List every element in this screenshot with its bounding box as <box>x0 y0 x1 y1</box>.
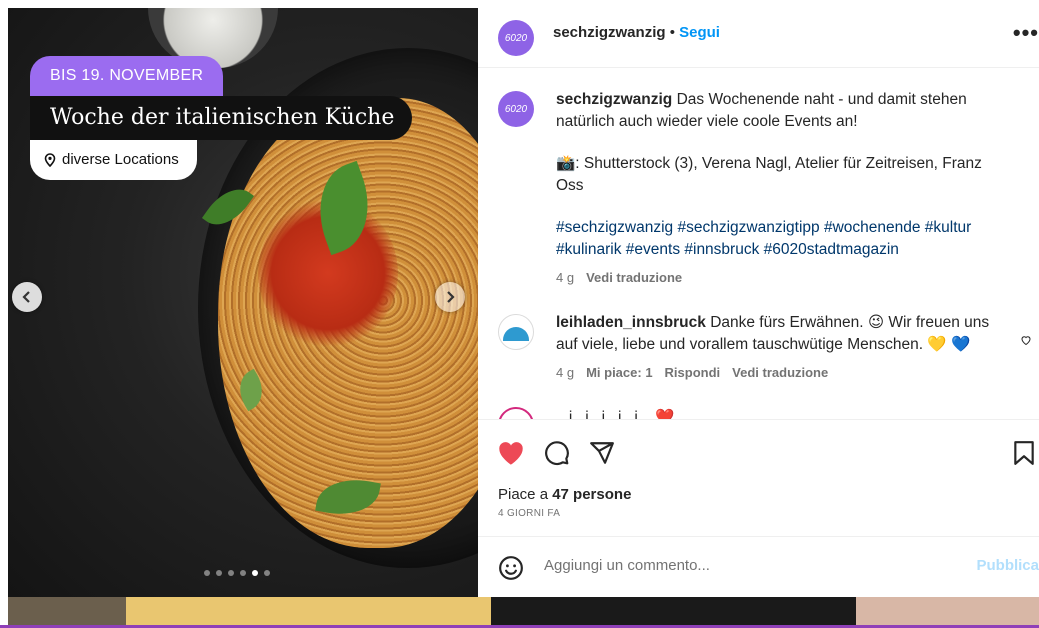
emoji-button[interactable] <box>498 555 524 586</box>
add-comment-bar: Pubblica <box>478 536 1039 597</box>
more-options-icon[interactable]: ••• <box>1013 20 1039 46</box>
comment-button[interactable] <box>542 438 572 468</box>
preview-thumbnail[interactable] <box>8 597 126 628</box>
avatar[interactable]: 6020 <box>498 20 534 56</box>
post-header: 6020 sechzigzwanzig • Segui ••• <box>478 8 1039 68</box>
carousel-dot <box>252 570 258 576</box>
comment-time: 4 g <box>556 365 575 380</box>
likes-prefix: Piace a <box>498 486 553 503</box>
share-button[interactable] <box>587 438 617 468</box>
avatar-logo-text: 6020 <box>504 32 528 44</box>
comment-item: leihladen_innsbruck Danke fürs Erwähnen.… <box>498 312 1031 392</box>
carousel-dot <box>264 570 270 576</box>
caption-hashtags[interactable]: #sechzigzwanzig #sechzigzwanzigtipp #woc… <box>556 217 1006 261</box>
comment-input[interactable] <box>544 557 924 574</box>
post-timestamp: 4 GIORNI FA <box>498 508 561 519</box>
carousel-dot <box>204 570 210 576</box>
chevron-right-icon <box>447 291 455 303</box>
header-user-line: sechzigzwanzig • Segui <box>553 23 720 43</box>
post-panel: 6020 sechzigzwanzig • Segui ••• 6020 sec… <box>478 8 1039 597</box>
header-separator: • <box>665 24 680 41</box>
chevron-left-icon <box>22 291 30 303</box>
location-pin-icon <box>44 153 56 167</box>
preview-thumbnail[interactable] <box>491 597 856 628</box>
caption-comment: 6020 sechzigzwanzig Das Wochenende naht … <box>498 89 1018 285</box>
heart-filled-icon <box>499 442 523 465</box>
carousel-dot <box>228 570 234 576</box>
preview-thumbnail[interactable] <box>856 597 1039 628</box>
paper-plane-icon <box>590 442 614 464</box>
carousel-indicator <box>204 570 270 576</box>
bookmark-icon <box>1014 441 1034 465</box>
caption-text: sechzigzwanzig Das Wochenende naht - und… <box>556 89 1006 133</box>
publish-button[interactable]: Pubblica <box>976 557 1039 574</box>
preview-thumbnail[interactable] <box>126 597 491 628</box>
carousel-next-button[interactable] <box>435 282 465 312</box>
avatar[interactable]: 6020 <box>498 91 534 127</box>
caption-username[interactable]: sechzigzwanzig <box>556 91 672 108</box>
likes-count[interactable]: Piace a 47 persone <box>498 486 631 503</box>
leihladen-logo <box>503 327 529 341</box>
reply-button[interactable]: Rispondi <box>665 362 721 384</box>
caption-credits: 📸: Shutterstock (3), Verena Nagl, Atelie… <box>556 155 982 194</box>
avatar[interactable] <box>498 407 534 419</box>
avatar-logo-text: 6020 <box>504 103 528 115</box>
carousel-prev-button[interactable] <box>12 282 42 312</box>
save-button[interactable] <box>1009 438 1039 468</box>
event-date-badge: BIS 19. NOVEMBER <box>30 56 224 96</box>
event-location-badge: diverse Locations <box>30 140 197 180</box>
post-actions: Piace a 47 persone 4 GIORNI FA <box>478 419 1039 539</box>
next-posts-preview[interactable] <box>8 597 1039 628</box>
carousel-dot <box>216 570 222 576</box>
comments-list[interactable]: 6020 sechzigzwanzig Das Wochenende naht … <box>478 69 1039 419</box>
translate-link[interactable]: Vedi traduzione <box>586 267 682 289</box>
comment-icon <box>545 441 569 466</box>
event-location-label: diverse Locations <box>62 151 179 168</box>
event-title-badge: Woche der italienischen Küche <box>30 96 413 140</box>
comment-text: leihladen_innsbruck Danke fürs Erwähnen.… <box>556 312 1006 356</box>
like-button[interactable] <box>496 438 526 468</box>
comment-meta: 4 g Mi piace: 1 Rispondi Vedi traduzione <box>556 362 1006 384</box>
comment-likes[interactable]: Mi piace: 1 <box>586 362 652 384</box>
post-media[interactable]: BIS 19. NOVEMBER Woche der italienischen… <box>8 8 478 597</box>
avatar[interactable] <box>498 314 534 350</box>
caption-meta: 4 g Vedi traduzione <box>556 267 1006 289</box>
follow-button[interactable]: Segui <box>679 24 720 41</box>
carousel-dot <box>240 570 246 576</box>
smiley-icon <box>499 556 523 580</box>
comment-username[interactable]: leihladen_innsbruck <box>556 314 706 331</box>
header-username[interactable]: sechzigzwanzig <box>553 24 666 41</box>
likes-number: 47 persone <box>552 486 632 503</box>
comment-item: ...i...i...i...i...i... ❤️ <box>498 407 1018 419</box>
comment-like-icon[interactable] <box>1020 334 1032 349</box>
comment-body: ...i...i...i...i...i... ❤️ <box>556 409 675 419</box>
caption-time: 4 g <box>556 270 575 285</box>
translate-link[interactable]: Vedi traduzione <box>732 362 828 384</box>
